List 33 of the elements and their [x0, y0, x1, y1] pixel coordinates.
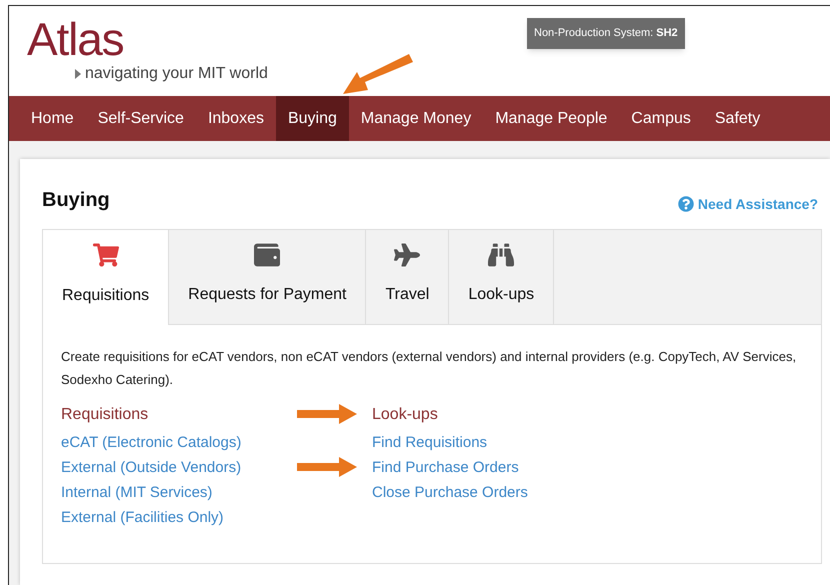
- airplane-icon: [394, 242, 420, 268]
- section-heading: Look-ups: [372, 406, 438, 423]
- nav-item[interactable]: Campus: [619, 96, 703, 141]
- link[interactable]: External (Facilities Only): [61, 507, 224, 530]
- wallet-icon: [254, 242, 280, 268]
- link[interactable]: Close Purchase Orders: [372, 482, 528, 505]
- environment-badge: Non-Production System: SH2: [527, 18, 685, 48]
- help-icon: [678, 196, 694, 212]
- tab[interactable]: Requisitions: [43, 230, 170, 325]
- nav-item[interactable]: Self-Service: [86, 96, 196, 141]
- page-title: Buying: [42, 188, 110, 213]
- nav-item[interactable]: Manage Money: [348, 96, 484, 141]
- link[interactable]: Find Purchase Orders: [372, 457, 519, 480]
- triangle-icon: [75, 69, 81, 79]
- tab[interactable]: Look-ups: [449, 230, 554, 324]
- description: Create requisitions for eCAT vendors, non eCAT vendors (external vendors) and internal providers (e.g. CopyTech, AV Services, Sodexho Catering).: [61, 348, 798, 389]
- nav-item[interactable]: Safety: [702, 96, 772, 141]
- tab[interactable]: Travel: [366, 230, 450, 324]
- tagline: navigating your MIT world: [85, 64, 268, 84]
- tab[interactable]: Requests for Payment: [169, 230, 366, 324]
- link[interactable]: External (Outside Vendors): [61, 457, 242, 480]
- link[interactable]: eCAT (Electronic Catalogs): [61, 432, 242, 455]
- nav-item[interactable]: Home: [19, 96, 86, 141]
- section-heading: Requisitions: [61, 406, 148, 423]
- binoculars-icon: [488, 242, 514, 268]
- link[interactable]: Internal (MIT Services): [61, 482, 212, 505]
- logo: Atlas: [27, 16, 125, 62]
- arrow-annotation: [343, 54, 413, 96]
- cart-icon: [92, 242, 119, 268]
- nav-item[interactable]: Buying: [276, 96, 349, 141]
- link[interactable]: Find Requisitions: [372, 432, 488, 455]
- nav-item[interactable]: Manage People: [483, 96, 620, 141]
- nav-item[interactable]: Inboxes: [196, 96, 276, 141]
